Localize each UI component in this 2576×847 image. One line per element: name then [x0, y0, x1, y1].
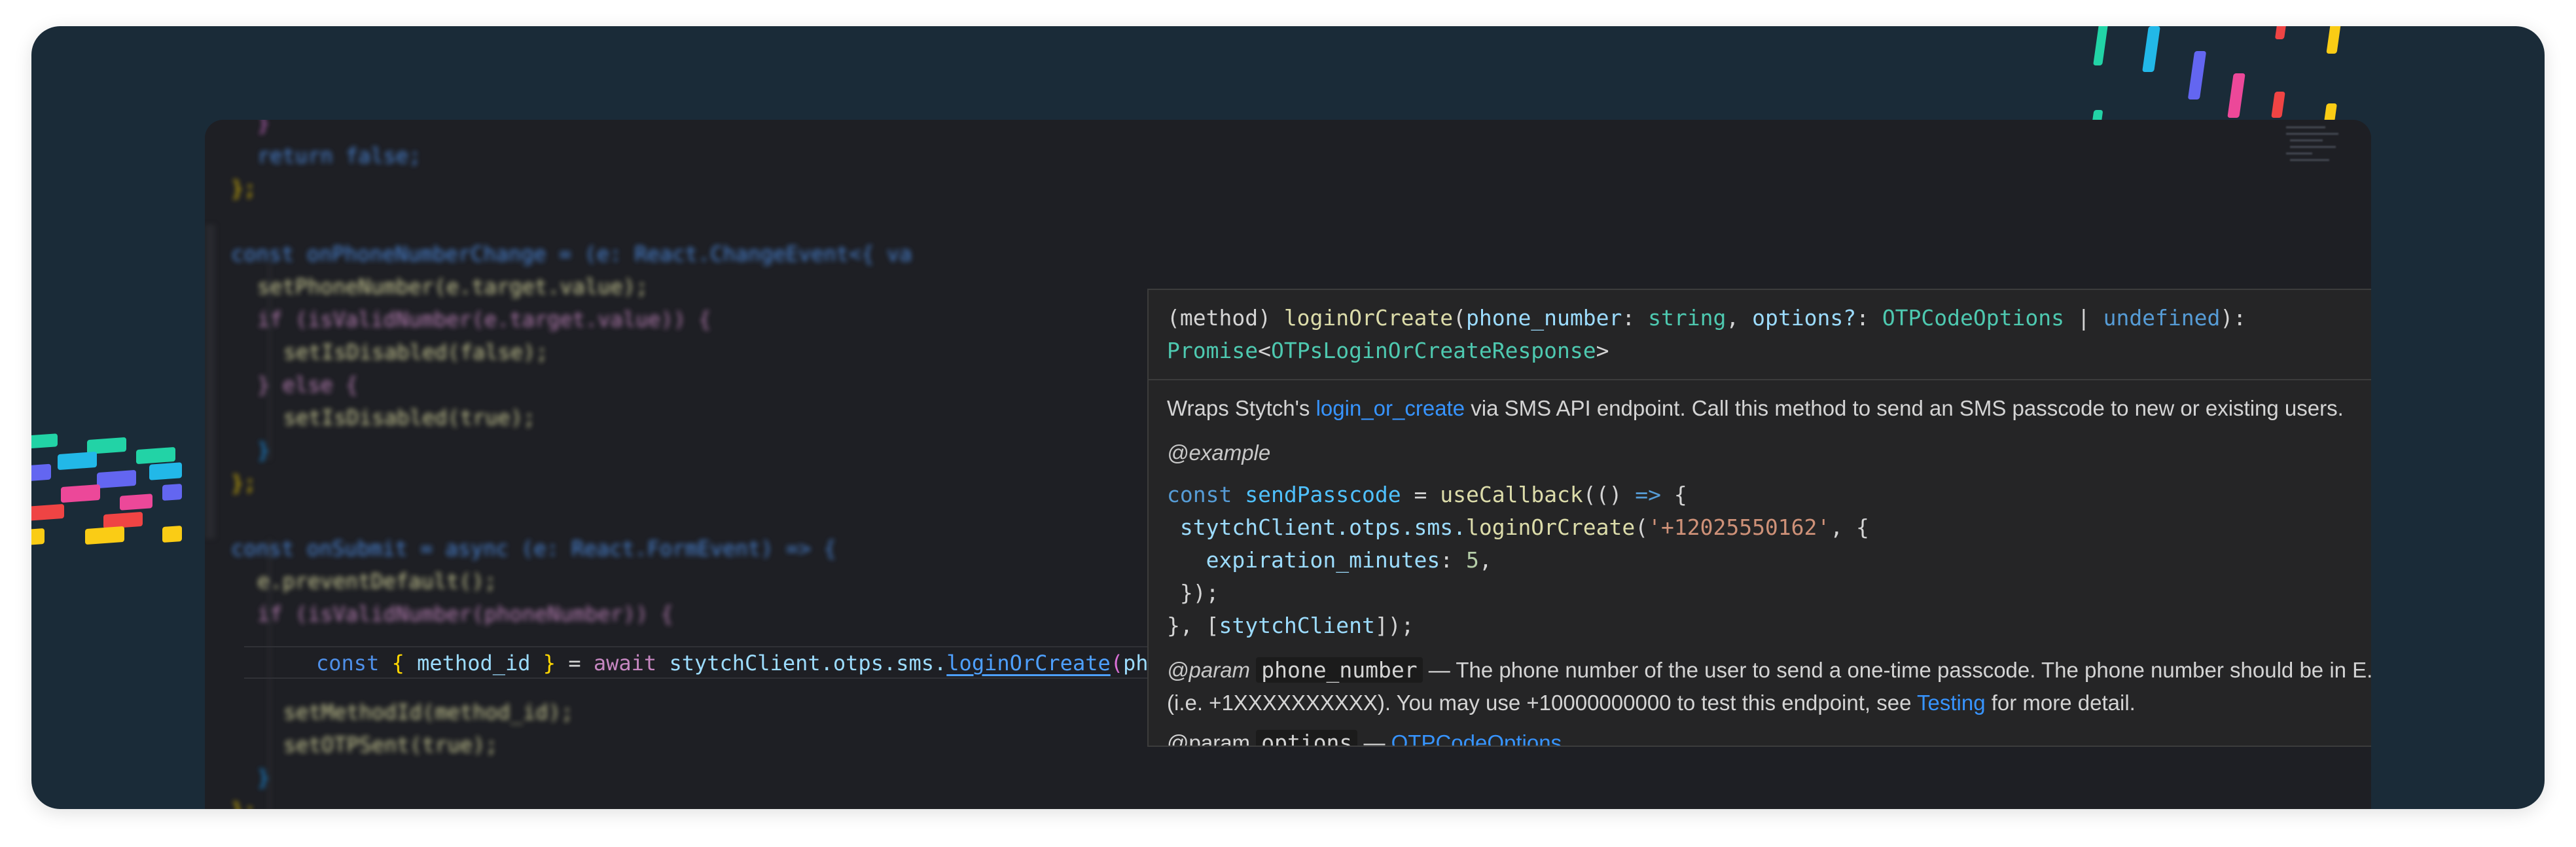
code-line: } else {	[257, 372, 359, 397]
method-signature: (method) loginOrCreate(phone_number: str…	[1149, 290, 2371, 380]
code-line: setIsDisabled(false);	[283, 340, 548, 365]
param-phone-number: @param phone_number — The phone number o…	[1167, 657, 2371, 683]
code-line: setIsDisabled(true);	[283, 405, 536, 430]
example-tag: @example	[1167, 441, 1271, 465]
code-line: };	[231, 794, 257, 809]
param-options-cut: @param options — OTPCodeOptions	[1167, 730, 1562, 746]
code-line: };	[231, 176, 257, 201]
code-line: };	[231, 471, 257, 496]
testing-link[interactable]: Testing	[1917, 691, 1986, 715]
code-editor[interactable]: } return false; }; const onPhoneNumberCh…	[205, 120, 2371, 809]
hero-card: } return false; }; const onPhoneNumberCh…	[31, 26, 2545, 809]
code-line: setOTPSent(true);	[283, 732, 498, 757]
code-line: setPhoneNumber(e.target.value);	[257, 274, 649, 299]
code-line: setMethodId(method_id);	[283, 700, 574, 725]
param-phone-number-cont: (i.e. +1XXXXXXXXXX). You may use +100000…	[1167, 691, 2136, 715]
code-line: }	[257, 120, 270, 135]
code-line: }	[257, 438, 270, 463]
hovered-method-link[interactable]: loginOrCreate	[946, 651, 1110, 676]
method-description: Wraps Stytch's login_or_create via SMS A…	[1167, 396, 2344, 420]
hover-tooltip[interactable]: (method) loginOrCreate(phone_number: str…	[1147, 289, 2371, 747]
code-line: const onSubmit = async (e: React.FormEve…	[231, 536, 836, 561]
code-line: }	[257, 765, 270, 790]
code-line: if (isValidNumber(e.target.value)) {	[257, 307, 711, 332]
code-line: e.preventDefault();	[257, 569, 497, 594]
code-line: return false;	[257, 143, 421, 168]
example-code-block: const sendPasscode = useCallback(() => {…	[1167, 482, 1869, 638]
active-code-line[interactable]: const { method_id } = await stytchClient…	[316, 647, 1287, 679]
login-or-create-link[interactable]: login_or_create	[1316, 396, 1465, 420]
code-line: if (isValidNumber(phoneNumber)) {	[257, 602, 673, 626]
code-line: const onPhoneNumberChange = (e: React.Ch…	[231, 242, 912, 266]
